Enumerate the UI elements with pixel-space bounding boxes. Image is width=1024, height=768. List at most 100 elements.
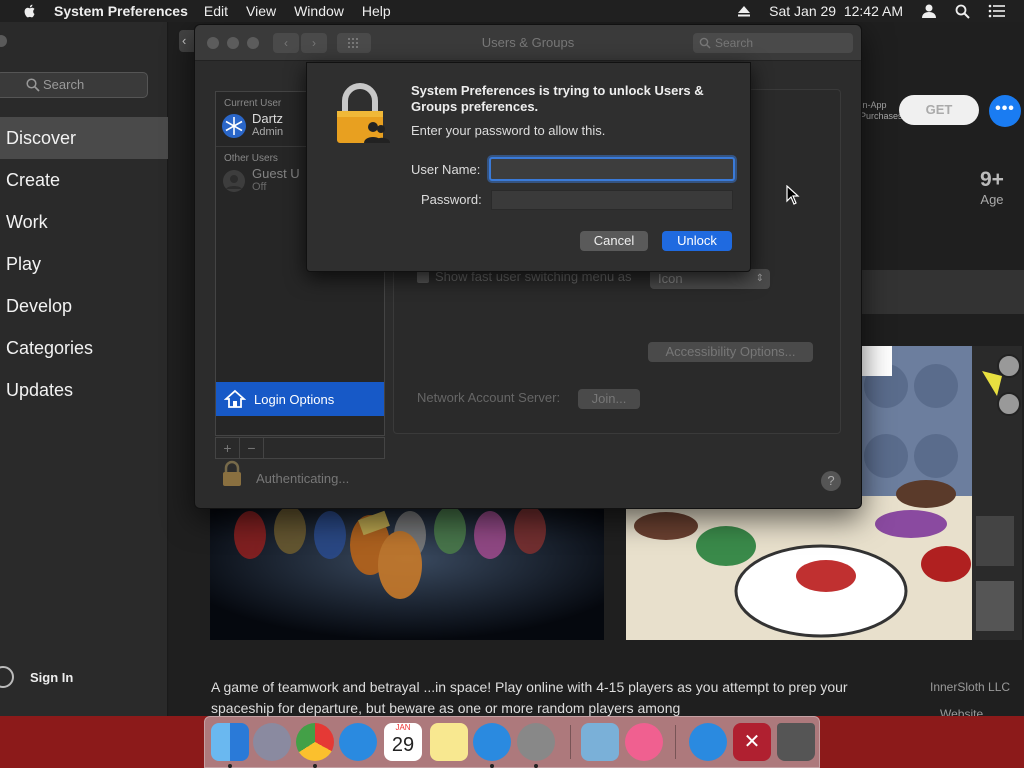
- guest-user-name: Guest U: [252, 166, 300, 181]
- password-label: Password:: [421, 192, 482, 207]
- chrome-icon[interactable]: [296, 723, 334, 761]
- prefs-search-placeholder: Search: [715, 36, 754, 50]
- dock-separator-2: [675, 725, 676, 759]
- dialog-subtitle: Enter your password to allow this.: [411, 123, 606, 138]
- app-description: A game of teamwork and betrayal ...in sp…: [211, 679, 848, 716]
- sign-in-button[interactable]: Sign In: [0, 662, 168, 692]
- cancel-button[interactable]: Cancel: [580, 231, 648, 251]
- accessibility-options-button[interactable]: Accessibility Options...: [648, 342, 813, 362]
- add-user-button[interactable]: +: [216, 438, 240, 458]
- notification-center-icon[interactable]: [988, 4, 1006, 18]
- join-button[interactable]: Join...: [578, 389, 640, 409]
- window-titlebar: ‹ › Users & Groups Search: [195, 25, 861, 61]
- snowflake-avatar-icon: [222, 113, 246, 138]
- nav-categories[interactable]: Categories: [0, 327, 168, 369]
- appstore-sidebar: Search Discover Create Work Play Develop…: [0, 22, 168, 716]
- dialog-title: System Preferences is trying to unlock U…: [411, 83, 704, 114]
- select-arrows-icon: ⇕: [755, 273, 764, 284]
- spotlight-icon[interactable]: [955, 4, 970, 19]
- app-store-icon[interactable]: [473, 723, 511, 761]
- calendar-icon[interactable]: JAN 29: [384, 723, 422, 761]
- app-store-running-dot: [490, 764, 494, 768]
- remove-icon[interactable]: ✕: [733, 723, 771, 761]
- preview-icon[interactable]: [581, 723, 619, 761]
- in-app-line2: Purchases: [860, 111, 903, 121]
- get-button[interactable]: GET: [899, 95, 979, 125]
- unlock-dialog: System Preferences is trying to unlock U…: [306, 62, 751, 272]
- game-side-icons: [976, 354, 1021, 631]
- system-preferences-icon[interactable]: [517, 723, 555, 761]
- mouse-pointer-icon: [786, 185, 800, 205]
- nav-discover[interactable]: Discover: [0, 117, 168, 159]
- username-label: User Name:: [411, 162, 481, 177]
- username-field[interactable]: [489, 157, 735, 181]
- help-button[interactable]: ?: [821, 471, 841, 491]
- network-account-server-label: Network Account Server:: [417, 390, 561, 405]
- screenshot-side-panel: [972, 346, 1022, 640]
- user-icon[interactable]: [921, 4, 937, 18]
- trash-icon[interactable]: [777, 723, 815, 761]
- eject-icon[interactable]: [737, 5, 751, 17]
- launchpad-icon[interactable]: [253, 723, 291, 761]
- lock-icon[interactable]: [221, 460, 243, 493]
- info-strip: [862, 270, 1024, 314]
- nav-work[interactable]: Work: [0, 201, 168, 243]
- app-store-download-icon[interactable]: [689, 723, 727, 761]
- fast-switch-checkbox[interactable]: [417, 270, 429, 283]
- developer-name[interactable]: InnerSloth LLC: [930, 680, 1010, 694]
- in-app-line1: In-App: [860, 100, 887, 110]
- fast-switch-select[interactable]: Icon ⇕: [650, 269, 770, 289]
- login-options-label: Login Options: [254, 391, 335, 407]
- menu-edit[interactable]: Edit: [204, 3, 228, 19]
- appstore-search-input[interactable]: Search: [0, 72, 148, 98]
- screenshot-crewmates[interactable]: [210, 505, 604, 640]
- calendar-month: JAN: [395, 723, 411, 732]
- dock-separator: [570, 725, 571, 759]
- password-field[interactable]: [491, 190, 733, 210]
- menu-view[interactable]: View: [246, 3, 276, 19]
- current-user-role: Admin: [252, 126, 284, 138]
- age-label: Age: [980, 192, 1004, 207]
- menu-help[interactable]: Help: [362, 3, 391, 19]
- back-button[interactable]: ‹: [179, 30, 195, 52]
- in-app-purchases-label: In-App Purchases: [860, 100, 903, 122]
- account-icon: [0, 666, 14, 688]
- search-icon: [699, 37, 711, 49]
- guest-avatar-icon: [223, 169, 245, 192]
- window-close-button[interactable]: [0, 35, 7, 47]
- apple-icon[interactable]: [20, 3, 40, 19]
- dock: JAN 29 ✕: [204, 716, 820, 768]
- notes-icon[interactable]: [430, 723, 468, 761]
- nav-develop[interactable]: Develop: [0, 285, 168, 327]
- nav-updates[interactable]: Updates: [0, 369, 168, 411]
- nav-create[interactable]: Create: [0, 159, 168, 201]
- current-user-name: Dartz: [252, 111, 284, 126]
- login-options-item[interactable]: Login Options: [216, 382, 384, 416]
- age-value: 9+: [980, 168, 1004, 191]
- age-rating: 9+ Age: [980, 168, 1004, 207]
- more-options-button[interactable]: •••: [989, 95, 1021, 127]
- chrome-running-dot: [313, 764, 317, 768]
- menu-datetime[interactable]: Sat Jan 29 12:42 AM: [769, 3, 903, 19]
- menu-window[interactable]: Window: [294, 3, 344, 19]
- house-icon: [224, 389, 246, 408]
- remove-user-button[interactable]: −: [240, 438, 264, 458]
- crewmates-illustration: [210, 505, 604, 640]
- finder-icon[interactable]: [211, 723, 249, 761]
- lock-users-icon: [333, 83, 391, 150]
- system-preferences-running-dot: [534, 764, 538, 768]
- sign-in-label: Sign In: [30, 669, 74, 685]
- safari-icon[interactable]: [339, 723, 377, 761]
- authenticating-status: Authenticating...: [256, 471, 350, 486]
- prefs-search-input[interactable]: Search: [693, 33, 853, 53]
- fast-switch-value: Icon: [658, 271, 683, 286]
- unlock-button[interactable]: Unlock: [662, 231, 732, 251]
- finder-running-dot: [228, 764, 232, 768]
- search-icon: [26, 78, 40, 92]
- calendar-day: 29: [391, 734, 415, 756]
- nav-play[interactable]: Play: [0, 243, 168, 285]
- appstore-nav: Discover Create Work Play Develop Catego…: [0, 117, 168, 411]
- menu-app-name[interactable]: System Preferences: [54, 3, 188, 19]
- add-remove-bar: + −: [215, 437, 385, 459]
- itunes-icon[interactable]: [625, 723, 663, 761]
